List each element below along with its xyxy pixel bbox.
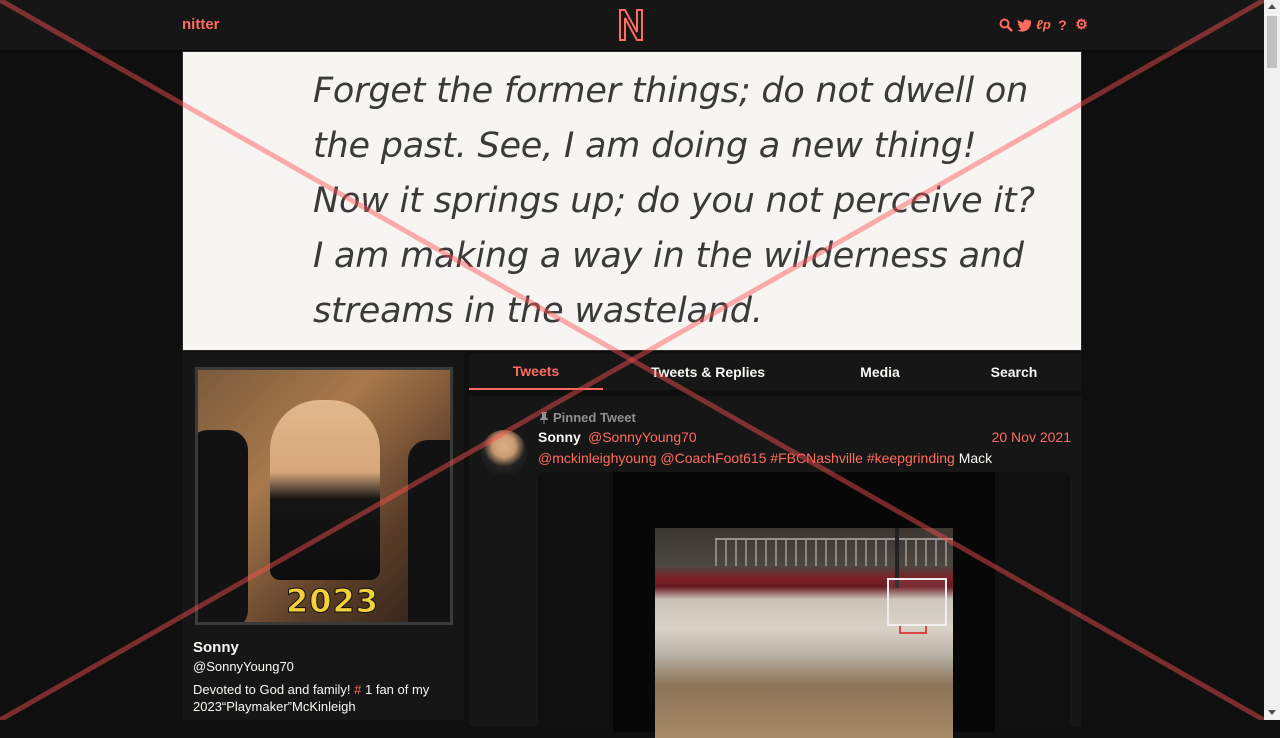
- backboard-detail: [887, 578, 947, 626]
- tweet-author-name[interactable]: Sonny: [538, 429, 581, 445]
- tweet-text: Mack: [958, 450, 993, 466]
- help-icon[interactable]: ?: [1055, 17, 1070, 33]
- nitter-logo-icon[interactable]: [617, 8, 645, 42]
- tab-tweets[interactable]: Tweets: [469, 354, 603, 390]
- profile-avatar[interactable]: 2023: [195, 367, 453, 625]
- tweet-date-link[interactable]: 20 Nov 2021: [992, 429, 1071, 445]
- mention-link[interactable]: @mckinleighyoung: [538, 450, 657, 466]
- hashtag-link[interactable]: #FBCNashville: [770, 450, 863, 466]
- avatar-photo-detail: [198, 430, 248, 622]
- tab-tweets-replies[interactable]: Tweets & Replies: [603, 354, 813, 390]
- scroll-up-arrow-icon[interactable]: [1268, 4, 1276, 9]
- scroll-thumb[interactable]: [1267, 16, 1277, 68]
- video-player[interactable]: [613, 472, 995, 738]
- bio-text: Devoted to God and family!: [193, 682, 355, 697]
- avatar-photo-detail: [408, 440, 450, 622]
- tweet-media[interactable]: [538, 472, 1070, 738]
- banner-line: the past. See, I am doing a new thing!: [313, 126, 977, 166]
- search-icon[interactable]: [998, 17, 1013, 32]
- timeline-tabs: Tweets Tweets & Replies Media Search: [469, 354, 1081, 390]
- profile-banner: Forget the former things; do not dwell o…: [182, 51, 1082, 351]
- tweet-avatar[interactable]: [481, 430, 527, 476]
- rss-icon[interactable]: ℓp: [1036, 17, 1051, 32]
- banner-line: Forget the former things; do not dwell o…: [313, 71, 1029, 111]
- top-navbar: nitter ℓp ? ⚙: [0, 0, 1264, 50]
- settings-gear-icon[interactable]: ⚙: [1074, 16, 1089, 32]
- mention-link[interactable]: @CoachFoot615: [660, 450, 766, 466]
- page-scrollbar[interactable]: [1264, 0, 1280, 720]
- timeline: Tweets Tweets & Replies Media Search Pin…: [469, 352, 1081, 738]
- profile-handle[interactable]: @SonnyYoung70: [193, 659, 294, 674]
- tab-media[interactable]: Media: [813, 354, 947, 390]
- profile-bio: Devoted to God and family! # 1 fan of my…: [193, 681, 461, 715]
- video-thumbnail: [655, 528, 953, 738]
- pinned-label: Pinned Tweet: [553, 410, 636, 425]
- tab-search[interactable]: Search: [947, 354, 1081, 390]
- nav-icon-group: ℓp ? ⚙: [998, 16, 1089, 33]
- profile-card: 2023 Sonny @SonnyYoung70 Devoted to God …: [182, 352, 464, 720]
- profile-name[interactable]: Sonny: [193, 639, 239, 656]
- avatar-photo-subject: [270, 400, 380, 580]
- banner-quote: Forget the former things; do not dwell o…: [313, 64, 1035, 339]
- pinned-indicator: Pinned Tweet: [539, 410, 636, 425]
- rim-detail: [899, 626, 927, 634]
- pin-icon: [540, 411, 548, 424]
- tweet-author-handle[interactable]: @SonnyYoung70: [588, 429, 697, 445]
- tweet-content: @mckinleighyoung @CoachFoot615 #FBCNashv…: [538, 450, 992, 466]
- hashtag-link[interactable]: #keepgrinding: [867, 450, 955, 466]
- gym-railing-detail: [715, 538, 953, 566]
- brand-link[interactable]: nitter: [182, 16, 220, 33]
- banner-line: I am making a way in the wilderness and: [313, 236, 1024, 276]
- avatar-year-text: 2023: [285, 582, 380, 621]
- scroll-down-arrow-icon[interactable]: [1268, 710, 1276, 715]
- twitter-bird-icon[interactable]: [1017, 17, 1032, 32]
- banner-line: streams in the wasteland.: [313, 291, 763, 331]
- banner-line: Now it springs up; do you not perceive i…: [313, 181, 1035, 221]
- pinned-tweet[interactable]: Pinned Tweet Sonny @SonnyYoung70 20 Nov …: [469, 396, 1081, 738]
